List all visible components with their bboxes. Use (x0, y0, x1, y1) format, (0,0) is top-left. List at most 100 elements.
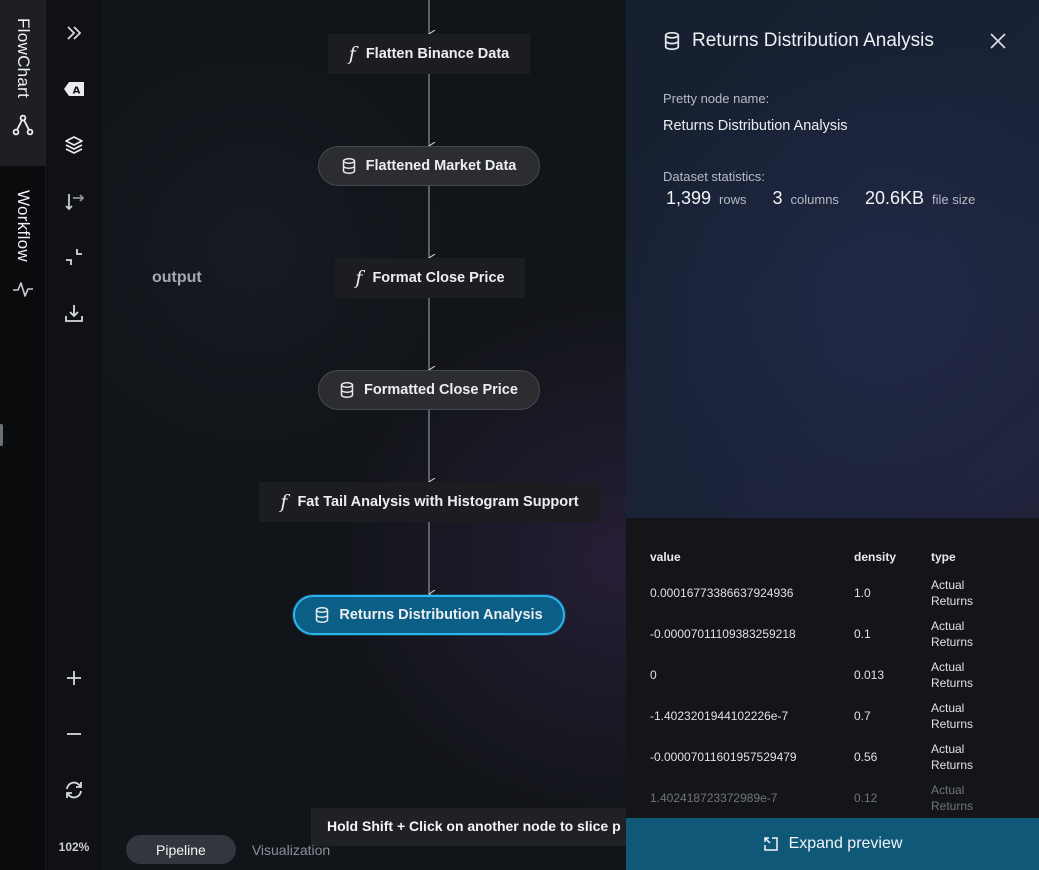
left-rail: FlowChart Workflow (0, 0, 46, 870)
stat-file-size-unit: file size (931, 192, 976, 207)
stat-rows-unit: rows (719, 192, 747, 207)
dataset-stats: 1,399 rows 3 columns 20.6KB file size (666, 188, 1001, 209)
collapse-button[interactable] (60, 243, 88, 271)
output-layer-label: output (152, 269, 202, 286)
cell-value: 0.00016773386637924936 (650, 585, 794, 600)
table-row: 0.00016773386637924936 1.0 Actual Return… (650, 572, 1001, 613)
data-preview[interactable]: value density type 0.0001677338663792493… (626, 518, 1039, 818)
cell-value: -0.00007011601957529479 (650, 749, 797, 764)
layers-button[interactable] (60, 131, 88, 159)
tab-visualization[interactable]: Visualization (236, 835, 346, 864)
node-returns-distribution-analysis[interactable]: Returns Distribution Analysis (293, 595, 565, 635)
cell-density: 0.1 (854, 626, 871, 641)
cell-density: 0.12 (854, 790, 878, 805)
stat-columns: 3 (772, 188, 783, 208)
node-formatted-close-price[interactable]: Formatted Close Price (318, 370, 540, 410)
database-icon (664, 31, 680, 51)
table-row: -1.4023201944102226e-7 0.7 Actual Return… (650, 695, 1001, 736)
column-header: density (854, 550, 897, 564)
cell-density: 0.56 (854, 749, 878, 764)
dataset-stats-label: Dataset statistics: (663, 169, 765, 184)
node-format-close-price[interactable]: f Format Close Price (335, 258, 525, 298)
cell-type: Actual Returns (931, 659, 974, 690)
node-label: Flatten Binance Data (365, 46, 510, 62)
label-tag-icon: A (64, 82, 84, 97)
table-row: 0 0.013 Actual Returns (650, 654, 1001, 695)
download-button[interactable] (60, 299, 88, 327)
cell-density: 0.7 (854, 708, 871, 723)
node-label: Formatted Close Price (364, 382, 518, 398)
function-icon: f (280, 491, 288, 513)
orientation-arrows-icon (65, 194, 85, 211)
cell-value: -0.00007011109383259218 (650, 626, 796, 641)
pretty-name-label: Pretty node name: (663, 91, 770, 106)
zoom-level: 102% (58, 840, 90, 854)
expand-sidebar-button[interactable] (60, 19, 88, 47)
cell-value: 0 (650, 667, 657, 682)
svg-text:A: A (73, 86, 81, 97)
node-label: Format Close Price (372, 270, 505, 286)
cell-type: Actual Returns (931, 782, 974, 813)
expand-preview-label: Expand preview (788, 835, 903, 852)
tool-column: A 102% (46, 0, 102, 870)
cell-density: 1.0 (854, 585, 871, 600)
tab-flowchart-label: FlowChart (14, 18, 33, 99)
preview-table: value density type 0.0001677338663792493… (650, 542, 1001, 818)
download-icon (65, 305, 83, 322)
expand-icon (763, 837, 778, 851)
plus-icon (67, 671, 81, 685)
flowchart-icon (12, 114, 34, 136)
tab-flowchart[interactable]: FlowChart (0, 0, 46, 166)
orientation-button[interactable] (60, 187, 88, 215)
table-row: -0.00007011109383259218 0.1 Actual Retur… (650, 613, 1001, 654)
activity-icon (13, 282, 33, 297)
tab-workflow[interactable]: Workflow (0, 190, 46, 330)
slice-hint-tooltip: Hold Shift + Click on another node to sl… (311, 808, 626, 846)
label-toggle-button[interactable]: A (60, 75, 88, 103)
function-icon: f (348, 43, 356, 65)
column-header: value (650, 550, 681, 564)
table-row: -0.00007011601957529479 0.56 Actual Retu… (650, 736, 1001, 777)
cell-value: 1.402418723372989e-7 (650, 790, 778, 805)
table-header-row: value density type (650, 542, 1001, 572)
edge-layer (102, 0, 626, 870)
layers-icon (65, 136, 83, 154)
cell-value: -1.4023201944102226e-7 (650, 708, 789, 723)
zoom-out-button[interactable] (60, 720, 88, 748)
scroll-marker (0, 424, 3, 446)
panel-header: Returns Distribution Analysis (664, 30, 934, 52)
stat-columns-unit: columns (790, 192, 839, 207)
stat-file-size: 20.6KB (864, 188, 924, 208)
cell-type: Actual Returns (931, 741, 974, 772)
flowchart-canvas[interactable]: output f Flatten Binance Data Flattened … (102, 0, 626, 870)
node-fat-tail-analysis[interactable]: f Fat Tail Analysis with Histogram Suppo… (259, 482, 600, 522)
column-header: type (931, 550, 956, 564)
close-icon[interactable] (987, 30, 1009, 52)
node-label: Flattened Market Data (365, 158, 517, 174)
database-icon (340, 382, 354, 398)
view-toggle: Pipeline Visualization (126, 835, 346, 864)
reset-view-button[interactable] (60, 776, 88, 804)
pretty-name-value: Returns Distribution Analysis (663, 118, 848, 134)
node-label: Fat Tail Analysis with Histogram Support (297, 494, 579, 510)
function-icon: f (355, 267, 363, 289)
metadata-panel: Returns Distribution Analysis Pretty nod… (626, 0, 1039, 870)
double-chevron-right-icon (67, 26, 82, 40)
zoom-in-button[interactable] (60, 664, 88, 692)
tab-workflow-label: Workflow (14, 190, 33, 262)
collapse-corners-icon (66, 249, 82, 265)
cell-density: 0.013 (854, 667, 885, 682)
node-flatten-binance-data[interactable]: f Flatten Binance Data (328, 34, 530, 74)
table-row: 1.402418723372989e-7 0.12 Actual Returns (650, 777, 1001, 818)
database-icon (342, 158, 355, 174)
tab-pipeline[interactable]: Pipeline (126, 835, 236, 864)
panel-title: Returns Distribution Analysis (692, 30, 934, 51)
node-flattened-market-data[interactable]: Flattened Market Data (318, 146, 540, 186)
cell-type: Actual Returns (931, 700, 974, 731)
expand-preview-button[interactable]: Expand preview (626, 818, 1039, 870)
node-label: Returns Distribution Analysis (339, 607, 543, 623)
cell-type: Actual Returns (931, 618, 974, 649)
stat-rows: 1,399 (666, 188, 712, 208)
cell-type: Actual Returns (931, 577, 974, 608)
refresh-icon (66, 781, 82, 799)
